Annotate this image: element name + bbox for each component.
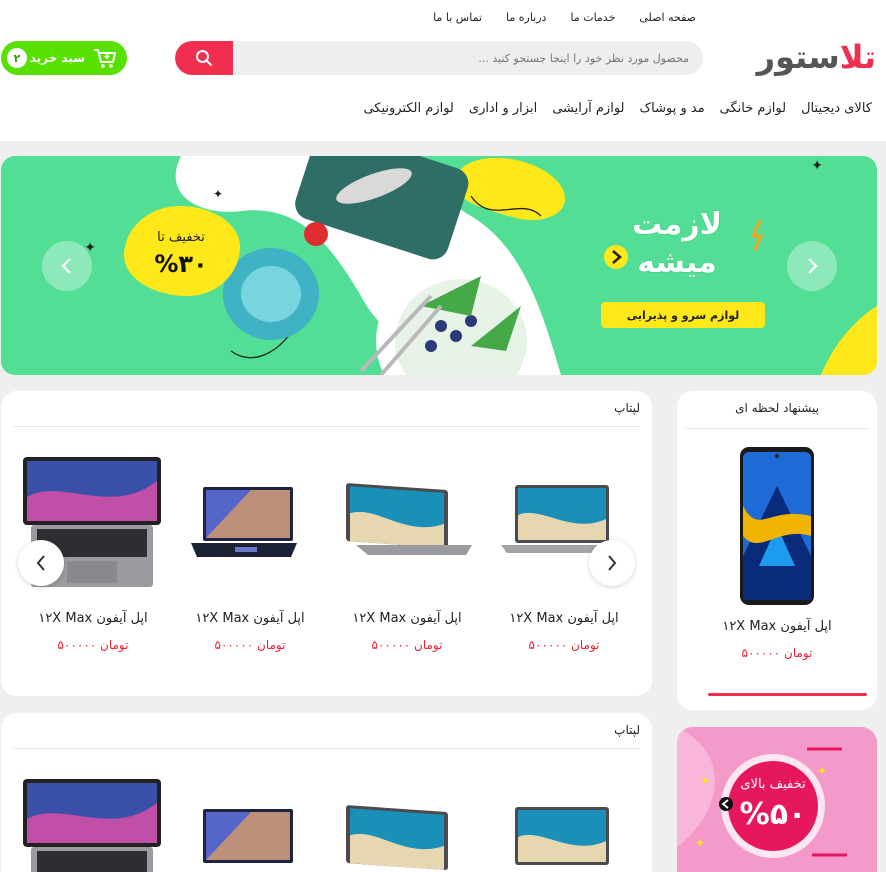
nav-cosmetics[interactable]: لوازم آرایشی <box>552 101 624 116</box>
laptop-section-1: لپتاپ اپل آیفون ۱۲X Max تومان ۵۰۰۰۰۰ اپل… <box>1 391 652 696</box>
price-value: ۵۰۰۰۰۰ <box>371 638 411 652</box>
cart-button[interactable]: سبد خرید ۲ <box>1 41 127 75</box>
special-offer-title: پیشنهاد لحظه ای <box>735 401 819 415</box>
special-offer-card: پیشنهاد لحظه ای اپل آیفون ۱۲X Max تومان … <box>677 391 877 710</box>
price-value: ۵۰۰۰۰۰ <box>528 638 568 652</box>
site-logo[interactable]: تلاستور <box>756 38 877 78</box>
svg-text:✦: ✦ <box>695 836 705 850</box>
offer-progress-bar <box>708 693 867 696</box>
section-title: لپتاپ <box>614 401 640 415</box>
hero-banner: ✦ ✦ ✦ لازمت میشه لوازم سرو و پذیرایی تخف… <box>1 156 877 375</box>
special-offer-divider <box>685 428 869 429</box>
banner-next-button[interactable] <box>787 241 837 291</box>
banner-subtitle: لوازم سرو و پذیرایی <box>601 302 765 328</box>
banner-headline-line-1: لازمت <box>632 207 722 242</box>
top-link-home[interactable]: صفحه اصلی <box>639 11 696 24</box>
price-value: ۵۰۰۰۰۰ <box>214 638 254 652</box>
laptop-image-3[interactable] <box>191 809 297 872</box>
product-price: تومان ۵۰۰۰۰۰ <box>175 638 325 652</box>
svg-text:✦: ✦ <box>811 158 823 174</box>
banner-headline-line-2: میشه <box>637 245 717 280</box>
banner-discount-value: %۳۰ <box>154 250 208 278</box>
search-button[interactable] <box>175 41 233 75</box>
site-header: صفحه اصلی خدمات ما درباره ما تماس با ما … <box>0 0 886 141</box>
banner-headline: لازمت میشه <box>607 206 747 282</box>
svg-text:✦: ✦ <box>700 774 710 788</box>
laptop-section-2: لپتاپ <box>1 713 652 872</box>
category-nav: کالای دیجیتال لوازم خانگی مد و پوشاک لوا… <box>363 101 872 116</box>
price-currency: تومان <box>784 646 813 660</box>
laptop-image-1[interactable] <box>501 807 613 872</box>
price-currency: تومان <box>414 638 443 652</box>
banner-prev-button[interactable] <box>42 241 92 291</box>
chevron-left-icon <box>61 258 71 274</box>
product-name: اپل آیفون ۱۲X Max <box>509 611 619 626</box>
top-link-about[interactable]: درباره ما <box>506 11 546 24</box>
section-next-button[interactable] <box>589 540 635 586</box>
cart-count-badge: ۲ <box>7 48 27 68</box>
search-input[interactable] <box>233 41 703 75</box>
chevron-right-icon <box>608 555 617 571</box>
nav-electronics[interactable]: لوازم الکترونیکی <box>363 101 453 116</box>
price-value: ۵۰۰۰۰۰ <box>741 646 781 660</box>
price-currency: تومان <box>571 638 600 652</box>
discount-promo-box[interactable]: ✦ ✦ ✦ تخفیف بالای %۵۰ <box>677 727 877 872</box>
banner-discount-label: تخفیف تا <box>157 230 205 245</box>
logo-part-2: استور <box>756 38 841 76</box>
logo-part-1: تل <box>839 38 877 76</box>
price-currency: تومان <box>257 638 286 652</box>
price-currency: تومان <box>100 638 129 652</box>
special-offer-product-price: تومان ۵۰۰۰۰۰ <box>702 646 852 660</box>
special-offer-product-name: اپل آیفون ۱۲X Max <box>722 619 832 634</box>
svg-text:✦: ✦ <box>213 187 223 201</box>
chevron-left-icon <box>36 555 45 571</box>
svg-text:✦: ✦ <box>817 764 827 778</box>
laptop-image-3[interactable] <box>191 487 297 567</box>
phone-image[interactable] <box>739 446 815 606</box>
top-links: صفحه اصلی خدمات ما درباره ما تماس با ما <box>433 11 696 24</box>
section-prev-button[interactable] <box>18 540 64 586</box>
promo-value: %۵۰ <box>739 797 807 832</box>
top-link-services[interactable]: خدمات ما <box>570 11 615 24</box>
cart-label: سبد خرید <box>29 51 85 65</box>
search-bar <box>175 41 703 75</box>
product-name: اپل آیفون ۱۲X Max <box>38 611 148 626</box>
laptop-image-2[interactable] <box>346 483 474 555</box>
nav-office-tools[interactable]: ابزار و اداری <box>469 101 537 116</box>
cart-icon <box>94 49 116 68</box>
laptop-image-4[interactable] <box>21 779 163 872</box>
chevron-right-icon <box>808 258 818 274</box>
product-name: اپل آیفون ۱۲X Max <box>195 611 305 626</box>
price-value: ۵۰۰۰۰۰ <box>57 638 97 652</box>
nav-fashion[interactable]: مد و پوشاک <box>640 101 705 116</box>
product-price: تومان ۵۰۰۰۰۰ <box>489 638 639 652</box>
promo-label: تخفیف بالای <box>740 777 806 792</box>
section-divider <box>13 748 640 749</box>
product-price: تومان ۵۰۰۰۰۰ <box>332 638 482 652</box>
nav-home-appliances[interactable]: لوازم خانگی <box>720 101 786 116</box>
section-divider <box>13 426 640 427</box>
product-name: اپل آیفون ۱۲X Max <box>352 611 462 626</box>
laptop-image-2[interactable] <box>346 805 474 872</box>
product-price: تومان ۵۰۰۰۰۰ <box>18 638 168 652</box>
search-icon <box>196 50 212 66</box>
section-title: لپتاپ <box>614 723 640 737</box>
top-link-contact[interactable]: تماس با ما <box>433 11 482 24</box>
nav-digital[interactable]: کالای دیجیتال <box>801 101 872 116</box>
